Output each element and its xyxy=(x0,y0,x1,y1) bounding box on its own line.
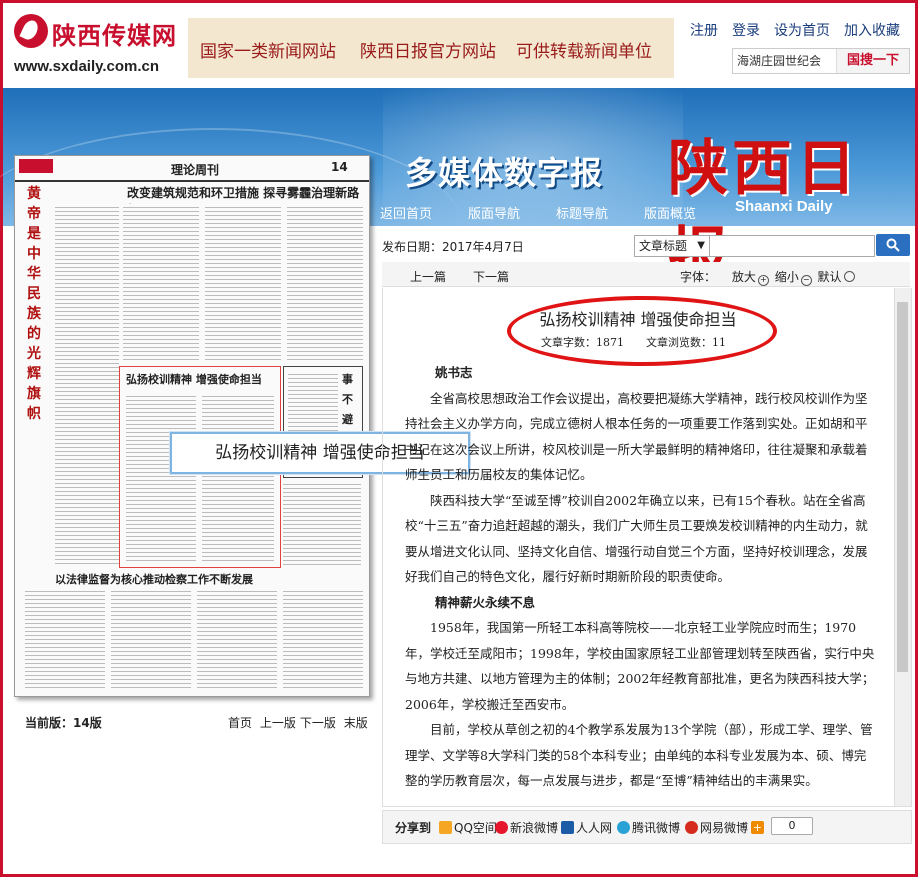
newspaper-page[interactable]: 理论周刊 14 黄帝是中华民族的光辉旗帜 改变建筑规范和环卫措施 探寻雾霾治理新… xyxy=(14,155,370,697)
next-article-link[interactable]: 下一篇 xyxy=(473,268,509,285)
share-label: 分享到 xyxy=(395,821,432,835)
article-scrollbar[interactable] xyxy=(894,288,911,806)
share-sina-weibo[interactable]: 新浪微博 xyxy=(495,819,558,836)
paragraph: 全省高校思想政治工作会议提出，高校要把凝练大学精神，践行校风校训作为坚持社会主义… xyxy=(405,390,868,483)
header-banner[interactable]: 国家一类新闻网站 陕西日报官方网站 可供转载新闻单位 xyxy=(188,18,674,78)
add-favorite-link[interactable]: 加入收藏 xyxy=(844,23,900,39)
paragraph: 1958年，我国第一所轻工本科高等院校——北京轻工业学院应时而生；1970年，学… xyxy=(405,620,875,712)
font-size-label: 字体： xyxy=(680,270,717,284)
paragraph: 陕西科技大学“至诚至博”校训自2002年确立以来，已有15个春秋。站在全省高校“… xyxy=(405,492,868,585)
default-size-label[interactable]: 默认 xyxy=(818,270,842,284)
share-more-button[interactable]: + xyxy=(751,818,766,834)
top-search: 国搜一下 xyxy=(732,48,910,74)
share-tencent-weibo[interactable]: 腾讯微博 xyxy=(617,819,680,836)
zoom-in-icon[interactable]: + xyxy=(757,275,769,286)
site-logo-text[interactable]: 陕西传媒网 xyxy=(52,16,177,51)
zoom-out-label[interactable]: 缩小 xyxy=(775,270,799,284)
last-page-link[interactable]: 末版 xyxy=(344,716,368,730)
article-body: 姚书志 全省高校思想政治工作会议提出，高校要把凝练大学精神，践行校风校训作为坚持… xyxy=(405,360,875,794)
logo-icon[interactable] xyxy=(14,14,48,48)
share-bar: 分享到 QQ空间 新浪微博 人人网 腾讯微博 网易微博 + 0 xyxy=(382,810,912,844)
renren-icon xyxy=(561,821,574,834)
sina-weibo-icon xyxy=(495,821,508,834)
paper-headline[interactable]: 以法律监督为核心推动检察工作不断发展 xyxy=(55,571,253,587)
section-heading: 精神薪火永续不息 xyxy=(435,594,536,610)
paragraph: 目前，学校从草创之初的4个教学系发展为13个学院（部），形成工学、理学、管理学、… xyxy=(405,722,873,788)
search-button[interactable]: 国搜一下 xyxy=(836,49,909,73)
banner-item: 国家一类新闻网站 xyxy=(200,42,336,62)
prev-article-link[interactable]: 上一篇 xyxy=(410,268,446,285)
nav-overview[interactable]: 版面概览 xyxy=(644,203,696,222)
zoom-out-icon[interactable]: − xyxy=(800,275,812,286)
nav-home[interactable]: 返回首页 xyxy=(380,203,432,222)
red-ellipse-annotation xyxy=(507,296,777,366)
login-link[interactable]: 登录 xyxy=(732,23,760,39)
publish-date: 发布日期：2017年4月7日 xyxy=(382,240,524,254)
paper-highlight-title: 弘扬校训精神 增强使命担当 xyxy=(126,373,262,386)
qzone-icon xyxy=(439,821,452,834)
tencent-weibo-icon xyxy=(617,821,630,834)
share-netease-weibo[interactable]: 网易微博 xyxy=(685,819,748,836)
plus-icon: + xyxy=(751,821,764,834)
paper-vertical-headline[interactable]: 黄帝是中华民族的光辉旗帜 xyxy=(27,184,47,424)
paper-page-number: 14 xyxy=(331,160,348,174)
article-search-input[interactable] xyxy=(710,236,874,256)
next-page-link[interactable]: 下一版 xyxy=(300,716,336,730)
zoom-in-label[interactable]: 放大 xyxy=(732,270,756,284)
nav-titles[interactable]: 标题导航 xyxy=(556,203,608,222)
article-panel: 弘扬校训精神 增强使命担当 文章字数：1871 文章浏览数：11 姚书志 全省高校… xyxy=(382,288,912,807)
search-field-select[interactable]: 文章标题 ▼ xyxy=(634,235,710,257)
share-qzone[interactable]: QQ空间 xyxy=(439,819,497,836)
shaanxi-daily-en: Shaanxi Daily xyxy=(735,198,833,215)
set-homepage-link[interactable]: 设为首页 xyxy=(774,23,830,39)
share-renren[interactable]: 人人网 xyxy=(561,819,612,836)
paper-masthead-icon xyxy=(19,159,53,173)
main-nav: 返回首页 版面导航 标题导航 版面概览 xyxy=(380,203,732,222)
current-page-label: 当前版：14版 xyxy=(25,716,102,730)
top-search-input[interactable] xyxy=(733,49,839,71)
default-radio[interactable] xyxy=(843,271,855,282)
first-page-link[interactable]: 首页 xyxy=(228,716,252,730)
page-navigation: 首页 上一版 下一版 末版 xyxy=(228,714,372,731)
site-url: www.sxdaily.com.cn xyxy=(14,58,160,75)
prev-page-link[interactable]: 上一版 xyxy=(260,716,296,730)
banner-item: 可供转载新闻单位 xyxy=(516,42,652,62)
share-count: 0 xyxy=(771,817,813,835)
top-links: 注册 登录 设为首页 加入收藏 xyxy=(690,20,914,40)
paper-section: 理论周刊 xyxy=(171,163,220,177)
nav-page[interactable]: 版面导航 xyxy=(468,203,520,222)
scrollbar-thumb[interactable] xyxy=(897,302,908,672)
netease-weibo-icon xyxy=(685,821,698,834)
font-size-controls: 字体： 放大 + 缩小 − 默认 xyxy=(680,268,857,286)
chevron-down-icon: ▼ xyxy=(697,240,705,251)
multimedia-digital-title: 多媒体数字报 xyxy=(405,154,604,192)
banner-item: 陕西日报官方网站 xyxy=(360,42,496,62)
article-author: 姚书志 xyxy=(435,365,473,380)
search-icon xyxy=(886,238,900,252)
article-search-box xyxy=(709,235,875,257)
article-search-button[interactable] xyxy=(876,234,910,256)
register-link[interactable]: 注册 xyxy=(690,23,718,39)
